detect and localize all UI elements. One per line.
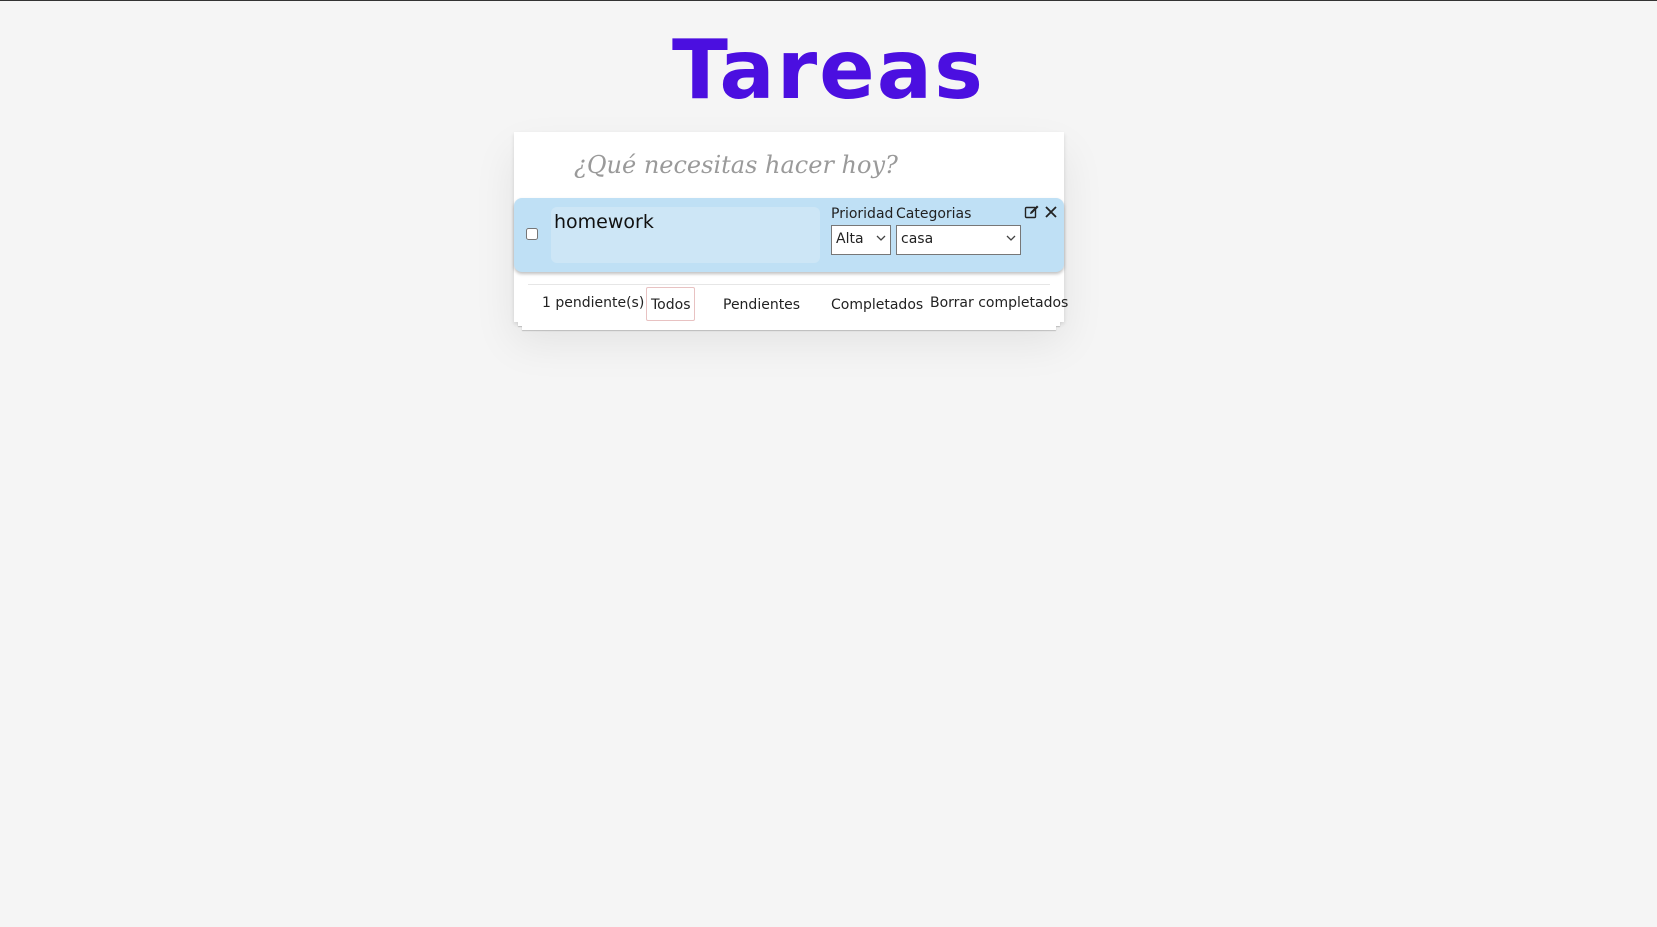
- chevron-down-icon: [876, 233, 886, 246]
- close-icon[interactable]: [1043, 204, 1059, 220]
- page-title: Tareas: [672, 23, 985, 118]
- category-select-value: casa: [901, 231, 934, 247]
- priority-select[interactable]: Alta: [831, 225, 891, 255]
- category-select[interactable]: casa: [896, 225, 1021, 255]
- clear-completed-button[interactable]: Borrar completados: [930, 295, 1068, 311]
- priority-select-value: Alta: [836, 231, 864, 247]
- filter-completed[interactable]: Completados: [826, 287, 928, 321]
- chevron-down-icon: [1006, 233, 1016, 246]
- stack-edge: [522, 326, 1056, 330]
- filter-pending[interactable]: Pendientes: [718, 287, 805, 321]
- category-label: Categorias: [896, 206, 972, 222]
- todo-app: homework Prioridad Categorias Alta casa: [514, 132, 1068, 330]
- new-todo-input[interactable]: [514, 132, 1064, 198]
- priority-label: Prioridad: [831, 206, 894, 222]
- edit-icon[interactable]: [1024, 204, 1040, 220]
- todo-item: homework Prioridad Categorias Alta casa: [514, 198, 1064, 272]
- pending-count: 1 pendiente(s): [542, 295, 645, 311]
- filter-all[interactable]: Todos: [646, 287, 696, 321]
- todo-text[interactable]: homework: [551, 207, 820, 263]
- todo-footer: 1 pendiente(s) Todos Pendientes Completa…: [528, 284, 1068, 322]
- todo-checkbox[interactable]: [526, 228, 538, 240]
